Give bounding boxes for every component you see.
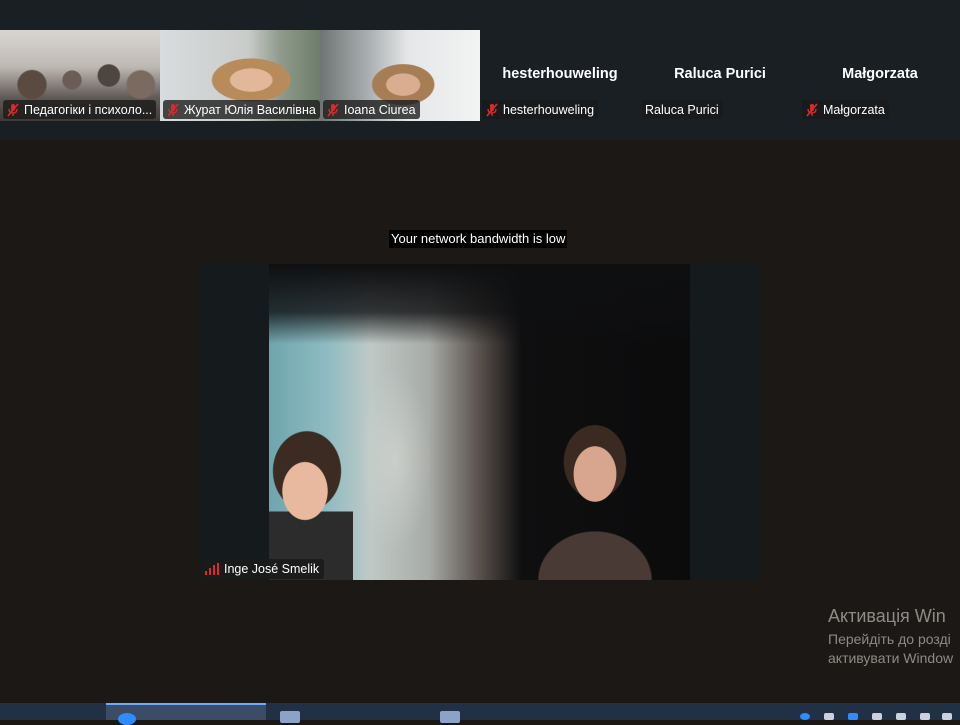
participant-name-tag: Ioana Ciurea	[323, 100, 420, 119]
windows-activation-watermark: Активація Win Перейдіть до розді активув…	[828, 606, 953, 668]
watermark-line: Перейдіть до розді	[828, 631, 951, 647]
participant-avatar-tile[interactable]: Raluca Purici Raluca Purici	[640, 30, 800, 121]
tray-icon[interactable]	[920, 713, 930, 720]
participant-name: Педагогіки і психоло...	[24, 102, 153, 117]
participant-name: Raluca Purici	[645, 102, 719, 117]
participant-name-tag: Małgorzata	[802, 100, 889, 119]
zoom-app-icon	[118, 713, 136, 725]
participant-name: Журат Юлія Василівна	[184, 102, 316, 117]
taskbar-item-window[interactable]	[270, 703, 430, 723]
person-left	[269, 409, 353, 580]
participant-name-tag: Raluca Purici	[642, 100, 723, 119]
speaker-video-frame[interactable]: Inge José Smelik	[200, 264, 760, 580]
windows-taskbar	[0, 703, 960, 725]
participant-name: Ioana Ciurea	[344, 102, 416, 117]
top-bar	[0, 0, 960, 30]
participant-video-tile[interactable]: Ioana Ciurea	[320, 30, 480, 121]
microphone-muted-icon	[806, 102, 818, 117]
speaker-name-tag: Inge José Smelik	[202, 559, 325, 579]
microphone-muted-icon	[167, 102, 179, 117]
participant-display-name: Raluca Purici	[674, 66, 766, 82]
window-icon	[440, 711, 460, 723]
taskbar-start-area[interactable]	[40, 703, 70, 720]
taskbar-item-window[interactable]	[432, 703, 592, 723]
tray-icon[interactable]	[896, 713, 906, 720]
microphone-muted-icon	[7, 102, 19, 117]
participant-name: Małgorzata	[823, 102, 885, 117]
watermark-title: Активація Win	[828, 606, 946, 626]
participant-avatar-tile[interactable]: Małgorzata Małgorzata	[800, 30, 960, 121]
tray-icon[interactable]	[942, 713, 952, 720]
tray-icon[interactable]	[848, 713, 858, 720]
tray-icon[interactable]	[872, 713, 882, 720]
speaker-video	[269, 264, 690, 580]
participant-name-tag: Педагогіки і психоло...	[3, 100, 157, 119]
participant-display-name: hesterhouweling	[502, 66, 618, 82]
tray-icon[interactable]	[824, 713, 834, 720]
participant-name: hesterhouweling	[503, 102, 595, 117]
speaker-name: Inge José Smelik	[224, 562, 320, 576]
microphone-muted-icon	[486, 102, 498, 117]
participant-video-tile[interactable]: Журат Юлія Василівна	[160, 30, 320, 121]
taskbar-item-zoom[interactable]	[106, 703, 266, 725]
person-right	[537, 404, 655, 580]
microphone-muted-icon	[327, 102, 339, 117]
tray-icon[interactable]	[800, 713, 810, 720]
gallery-strip: Педагогіки і психоло... Журат Юлія Васил…	[0, 30, 960, 140]
bandwidth-warning: Your network bandwidth is low	[389, 230, 568, 248]
participant-display-name: Małgorzata	[842, 66, 918, 82]
participant-name-tag: Журат Юлія Василівна	[163, 100, 320, 119]
window-icon	[280, 711, 300, 723]
active-speaker-stage: Your network bandwidth is low Inge José …	[0, 140, 960, 703]
participant-name-tag: hesterhouweling	[482, 100, 599, 119]
signal-strength-icon	[205, 563, 219, 575]
watermark-line: активувати Window	[828, 650, 954, 666]
participant-video-tile[interactable]: Педагогіки і психоло...	[0, 30, 160, 121]
participant-avatar-tile[interactable]: hesterhouweling hesterhouweling	[480, 30, 640, 121]
